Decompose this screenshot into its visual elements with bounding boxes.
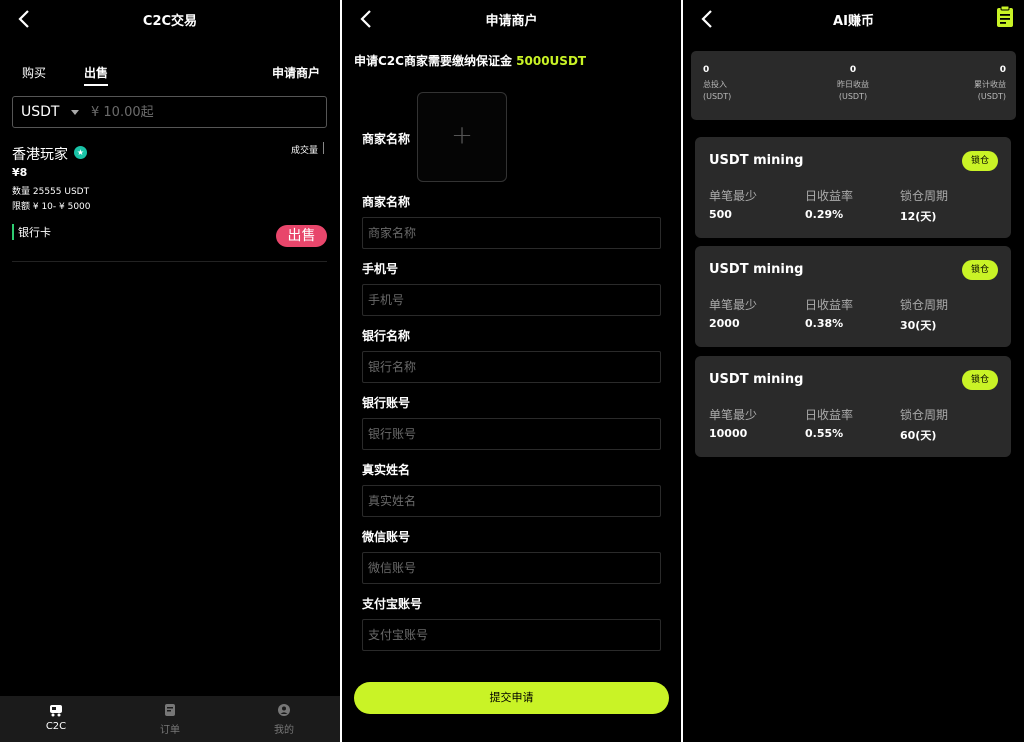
merchant-name-input[interactable]	[362, 217, 661, 249]
lock-period-value: 12(天)	[900, 210, 937, 223]
apply-merchant-screen: 申请商户 申请C2C商家需要缴纳保证金 5000USDT 商家名称 + 商家名称…	[342, 0, 681, 742]
deposit-notice-text: 申请C2C商家需要缴纳保证金	[354, 54, 512, 68]
bank-account-input[interactable]	[362, 418, 661, 450]
field-label-real-name: 真实姓名	[362, 463, 411, 477]
stat-total-invested: 0 总投入 (USDT)	[703, 65, 731, 101]
field-label-alipay: 支付宝账号	[362, 597, 423, 611]
nav-label: 我的	[274, 725, 294, 736]
field-label-bank-name: 银行名称	[362, 329, 411, 343]
stat-yesterday-earnings: 0 昨日收益 (USDT)	[823, 65, 883, 101]
stat-label: 累计收益	[974, 80, 1006, 89]
lock-button[interactable]: 锁仓	[962, 260, 998, 280]
listing-limit: 限额 ¥ 10- ¥ 5000	[12, 202, 91, 212]
deposit-notice: 申请C2C商家需要缴纳保证金 5000USDT	[354, 52, 586, 69]
header-daily-rate: 日收益率	[805, 298, 854, 312]
product-name: USDT mining	[709, 262, 804, 277]
daily-rate-value: 0.55%	[805, 427, 844, 440]
stat-unit: (USDT)	[838, 92, 868, 101]
field-label-wechat: 微信账号	[362, 530, 411, 544]
lock-button[interactable]: 锁仓	[962, 151, 998, 171]
header-lock-period: 锁仓周期	[900, 408, 949, 422]
page-title: C2C交易	[142, 14, 198, 29]
product-name: USDT mining	[709, 153, 804, 168]
header-daily-rate: 日收益率	[805, 189, 854, 203]
volume-divider	[323, 142, 324, 154]
merchant-name: 香港玩家	[12, 147, 68, 163]
bank-name-input[interactable]	[362, 351, 661, 383]
stat-value: 0	[849, 65, 857, 75]
mining-product-card[interactable]: USDT mining 锁仓 单笔最少 日收益率 锁仓周期 2000 0.38%…	[695, 246, 1011, 347]
stat-unit: (USDT)	[703, 92, 732, 101]
lock-period-value: 60(天)	[900, 429, 937, 442]
apply-merchant-link[interactable]: 申请商户	[272, 64, 320, 81]
order-icon	[165, 704, 175, 716]
c2c-screen: C2C交易 购买 出售 申请商户 USDT 香港玩家 ★ 成交量 ¥8 数量 2…	[0, 0, 340, 742]
bottom-nav: C2C 订单 我的	[0, 696, 340, 742]
amount-input[interactable]	[91, 101, 311, 123]
payment-method: 银行卡	[12, 224, 51, 240]
listing-price: ¥8	[12, 166, 28, 179]
stat-value: 0	[999, 65, 1006, 75]
stat-unit: (USDT)	[977, 92, 1006, 101]
product-name: USDT mining	[709, 372, 804, 387]
mining-product-card[interactable]: USDT mining 锁仓 单笔最少 日收益率 锁仓周期 500 0.29% …	[695, 137, 1011, 238]
nav-item-c2c[interactable]: C2C	[26, 703, 86, 732]
verified-badge-icon: ★	[74, 146, 87, 159]
tab-sell[interactable]: 出售	[84, 64, 108, 81]
plus-icon: +	[451, 120, 473, 151]
alipay-input[interactable]	[362, 619, 661, 651]
caret-down-icon[interactable]	[71, 110, 79, 115]
lock-button[interactable]: 锁仓	[962, 370, 998, 390]
real-name-input[interactable]	[362, 485, 661, 517]
volume-label: 成交量	[290, 146, 318, 156]
logo-upload-label: 商家名称	[362, 132, 411, 146]
mining-product-card[interactable]: USDT mining 锁仓 单笔最少 日收益率 锁仓周期 10000 0.55…	[695, 356, 1011, 457]
stat-label: 昨日收益	[837, 80, 869, 89]
header-daily-rate: 日收益率	[805, 408, 854, 422]
stat-value: 0	[703, 65, 710, 75]
page-title: 申请商户	[485, 14, 538, 29]
field-label-bank-account: 银行账号	[362, 396, 411, 410]
header-min-amount: 单笔最少	[709, 408, 758, 422]
nav-label: C2C	[45, 721, 67, 732]
submit-button[interactable]: 提交申请	[354, 682, 669, 714]
currency-select[interactable]: USDT	[21, 104, 59, 120]
min-amount-value: 500	[709, 208, 732, 221]
header-lock-period: 锁仓周期	[900, 298, 949, 312]
daily-rate-value: 0.38%	[805, 317, 844, 330]
stat-label: 总投入	[703, 80, 727, 89]
lock-period-value: 30(天)	[900, 319, 937, 332]
deposit-amount: 5000USDT	[516, 54, 587, 68]
sell-button[interactable]: 出售	[276, 225, 327, 247]
profile-icon	[278, 704, 290, 716]
field-label-merchant-name: 商家名称	[362, 195, 411, 209]
header-lock-period: 锁仓周期	[900, 189, 949, 203]
field-label-phone: 手机号	[362, 262, 399, 276]
daily-rate-value: 0.29%	[805, 208, 844, 221]
nav-item-orders[interactable]: 订单	[140, 703, 200, 736]
tab-buy[interactable]: 购买	[22, 64, 46, 81]
active-tab-indicator	[84, 84, 108, 86]
min-amount-value: 2000	[709, 317, 740, 330]
wechat-input[interactable]	[362, 552, 661, 584]
logo-upload-box[interactable]: +	[417, 92, 507, 182]
header-min-amount: 单笔最少	[709, 189, 758, 203]
listing-quantity: 数量 25555 USDT	[12, 187, 90, 197]
c2c-icon	[50, 705, 62, 717]
earnings-summary: 0 总投入 (USDT) 0 昨日收益 (USDT) 0 累计收益 (USDT)	[691, 51, 1016, 120]
row-divider	[12, 261, 327, 262]
amount-search-box: USDT	[12, 96, 327, 128]
nav-label: 订单	[160, 725, 180, 736]
min-amount-value: 10000	[709, 427, 748, 440]
phone-input[interactable]	[362, 284, 661, 316]
header-min-amount: 单笔最少	[709, 298, 758, 312]
page-title: AI赚币	[833, 14, 874, 29]
stat-total-earnings: 0 累计收益 (USDT)	[974, 65, 1006, 101]
ai-earn-screen: AI赚币 0 总投入 (USDT) 0 昨日收益 (USDT) 0 累计收益 (…	[683, 0, 1024, 742]
nav-item-profile[interactable]: 我的	[254, 703, 314, 736]
records-doc-icon[interactable]	[995, 6, 1015, 28]
